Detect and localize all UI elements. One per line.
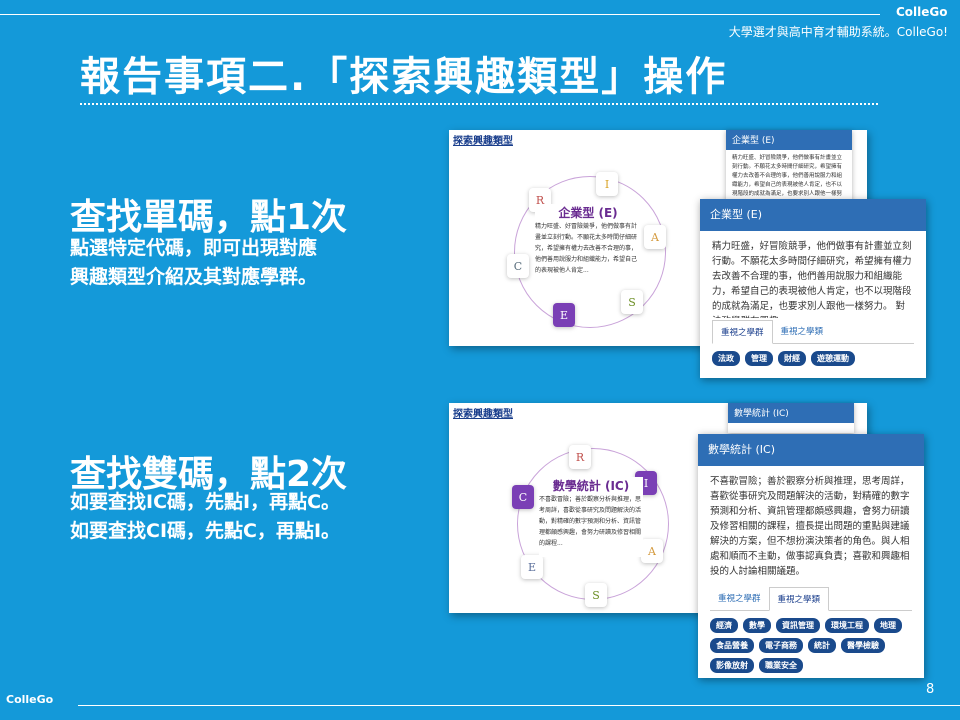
node-a[interactable]: A	[644, 225, 666, 249]
section1-heading: 查找單碼，點1次	[70, 197, 348, 238]
brand-logo: ColleGo	[896, 5, 948, 19]
page-number: 8	[926, 682, 935, 697]
chip[interactable]: 職業安全	[759, 658, 803, 673]
popup-preview-title: 企業型 (E)	[726, 130, 852, 150]
chip-list: 經濟 數學 資訊管理 環境工程 地理 食品營養 電子商務 統計 醫學檢驗 影像放…	[698, 611, 924, 678]
popup-enterprise: 企業型 (E) 精力旺盛，好冒險競爭，他們做事有計畫並立刻行動。不願花太多時間仔…	[700, 199, 926, 378]
tab-categories[interactable]: 重視之學類	[773, 320, 832, 343]
section2-line2: 如要查找CI碼，先點C，再點I。	[70, 520, 341, 542]
popup-tabs: 重視之學群 重視之學類	[712, 320, 914, 344]
tab-groups[interactable]: 重視之學群	[710, 587, 769, 610]
chip[interactable]: 影像放射	[710, 658, 754, 673]
chip[interactable]: 管理	[745, 351, 773, 366]
chip[interactable]: 統計	[808, 638, 836, 653]
tab-groups[interactable]: 重視之學群	[712, 320, 773, 344]
chip[interactable]: 食品營養	[710, 638, 754, 653]
center-text: 精力旺盛、好冒險競爭，他們做事有計畫並立刻行動。不願花太多時間仔細研究，希望擁有…	[535, 223, 638, 273]
node-r[interactable]: R	[569, 445, 591, 469]
node-s[interactable]: S	[585, 583, 607, 607]
chip[interactable]: 數學	[743, 618, 771, 633]
popup-text: 精力旺盛，好冒險競爭，他們做事有計畫並立刻行動。不願花太多時間仔細研究，希望擁有…	[712, 241, 912, 318]
bottom-rule	[78, 705, 960, 706]
node-a[interactable]: A	[641, 539, 663, 563]
chip-list: 法政 管理 財經 遊憩運動	[700, 344, 926, 373]
system-subtitle: 大學選才與高中育才輔助系統。ColleGo!	[728, 25, 948, 39]
popup-preview-1: 企業型 (E) 精力旺盛、好冒險競爭，他們做事有計畫並立刻行動。不願花太多時間仔…	[726, 130, 852, 206]
node-i[interactable]: I	[596, 172, 618, 196]
chip[interactable]: 法政	[712, 351, 740, 366]
title-divider	[80, 103, 878, 105]
chip[interactable]: 電子商務	[759, 638, 803, 653]
node-s[interactable]: S	[621, 290, 643, 314]
section2-line1: 如要查找IC碼，先點I，再點C。	[70, 491, 341, 513]
node-c[interactable]: C	[512, 485, 534, 509]
node-e[interactable]: E	[521, 555, 543, 579]
chip[interactable]: 經濟	[710, 618, 738, 633]
center-description: 企業型 (E) 精力旺盛、好冒險競爭，他們做事有計畫並立刻行動。不願花太多時間仔…	[535, 204, 641, 274]
explore-tab[interactable]: 探索興趣類型	[453, 405, 513, 420]
popup-preview-text: 精力旺盛、好冒險競爭，他們做事有計畫並立刻行動。不願花太多時間仔細研究，希望擁有…	[732, 155, 843, 206]
section1-line2: 興趣類型介紹及其對應學群。	[70, 266, 318, 288]
node-c[interactable]: C	[507, 254, 529, 278]
center-description: 數學統計 (IC) 不喜歡冒險；善於觀察分析與推理，思考周詳，喜歡從事研究及問題…	[539, 477, 643, 557]
node-e[interactable]: E	[553, 303, 575, 327]
popup-title: 企業型 (E)	[700, 199, 926, 231]
popup-title: 數學統計 (IC)	[698, 434, 924, 466]
popup-math-statistics: 數學統計 (IC) 不喜歡冒險；善於觀察分析與推理，思考周詳，喜歡從事研究及問題…	[698, 434, 924, 678]
explore-tab[interactable]: 探索興趣類型	[453, 132, 513, 147]
chip[interactable]: 財經	[778, 351, 806, 366]
center-title: 企業型 (E)	[558, 206, 618, 220]
section1-line1: 點選特定代碼，即可出現對應	[70, 237, 318, 259]
center-title: 數學統計 (IC)	[552, 479, 630, 493]
popup-tabs: 重視之學群 重視之學類	[710, 587, 912, 611]
tab-categories[interactable]: 重視之學類	[768, 587, 830, 611]
popup-text: 不喜歡冒險；善於觀察分析與推理，思考周詳，喜歡從事研究及問題解決的活動，對精確的…	[710, 476, 910, 577]
top-rule	[0, 14, 880, 15]
chip[interactable]: 環境工程	[825, 618, 869, 633]
chip[interactable]: 醫學檢驗	[841, 638, 885, 653]
popup-preview-title: 數學統計 (IC)	[728, 403, 854, 423]
chip[interactable]: 遊憩運動	[811, 351, 855, 366]
slide-title: 報告事項二.「探索興趣類型」操作	[80, 54, 728, 100]
center-text: 不喜歡冒險；善於觀察分析與推理，思考周詳，喜歡從事研究及問題解決的活動，對精確的…	[539, 496, 642, 547]
footer-logo: ColleGo	[6, 693, 54, 706]
chip[interactable]: 資訊管理	[776, 618, 820, 633]
chip[interactable]: 地理	[874, 618, 902, 633]
popup-preview-2: 數學統計 (IC)	[728, 403, 854, 433]
